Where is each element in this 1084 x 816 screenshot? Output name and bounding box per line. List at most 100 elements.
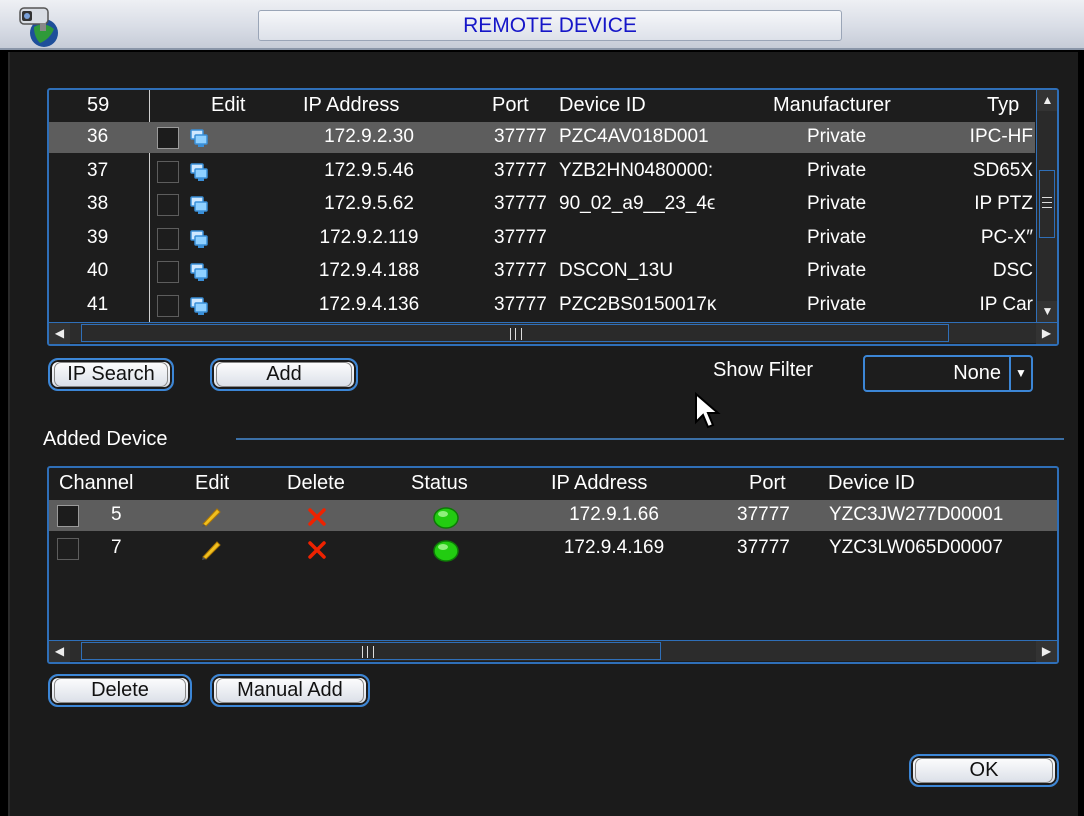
vertical-scrollbar[interactable]: ▲ ▼ [1036,90,1057,322]
port: 37777 [737,504,790,525]
row-number: 41 [87,293,109,315]
manual-add-button[interactable]: Manual Add [210,674,370,707]
add-button[interactable]: Add [210,358,358,391]
col-ip-address: IP Address [551,472,648,494]
col-manufacturer: Manufacturer [773,94,891,116]
network-monitor-icon[interactable] [189,229,209,249]
table-row[interactable]: 39 172.9.2.119 37777 Private PC-X″ [49,223,1035,254]
horizontal-scrollbar[interactable]: ◀ ▶ [49,322,1057,344]
channel-number: 7 [111,537,122,558]
device-id: YZB2HN0480000: [559,159,714,181]
device-type: DSC [992,260,1033,281]
device-type: PC-X″ [980,226,1033,248]
horizontal-scroll-thumb[interactable] [81,642,661,660]
scroll-thumb[interactable] [1039,170,1055,238]
network-monitor-icon[interactable] [189,162,209,182]
delete-x-icon[interactable] [307,541,327,559]
show-filter-value: None [953,362,1001,384]
network-monitor-icon[interactable] [189,262,209,282]
scroll-down-icon[interactable]: ▼ [1037,301,1057,322]
port: 37777 [494,260,547,281]
col-count: 59 [87,94,110,116]
title-bar: REMOTE DEVICE [0,0,1084,50]
delete-x-icon[interactable] [307,508,327,526]
row-checkbox[interactable] [157,127,179,149]
added-device-table: Channel Edit Delete Status IP Address Po… [47,466,1059,664]
row-checkbox[interactable] [157,227,179,250]
manufacturer: Private [807,260,867,281]
device-type: IP PTZ [974,193,1033,214]
ip-address: 172.9.2.119 [319,226,419,248]
manufacturer: Private [807,226,867,248]
col-edit: Edit [195,472,230,494]
pencil-icon[interactable] [199,505,223,527]
pencil-icon[interactable] [199,538,223,560]
device-id: YZC3JW277D00001 [829,504,1004,525]
scroll-left-icon[interactable]: ◀ [49,641,70,662]
port: 37777 [494,126,547,147]
scroll-right-icon[interactable]: ▶ [1036,323,1057,344]
main-panel: 59 Edit IP Address Port Device ID Manufa… [8,52,1078,816]
col-channel: Channel [59,472,134,494]
table-row[interactable]: 5 172.9.1.66 37777 YZC3JW277D00001 [49,500,1057,531]
row-checkbox[interactable] [157,160,179,183]
col-ip-address: IP Address [303,94,400,116]
scroll-left-icon[interactable]: ◀ [49,323,70,344]
col-device-id: Device ID [559,94,646,116]
table-row[interactable]: 37 172.9.5.46 37777 YZB2HN0480000: Private SD… [49,156,1035,187]
chevron-down-icon[interactable]: ▼ [1009,357,1031,390]
show-filter-select[interactable]: None ▼ [863,355,1033,392]
device-id: YZC3LW065D00007 [829,537,1003,558]
device-type: SD65X [972,159,1033,181]
network-monitor-icon[interactable] [189,128,209,148]
port: 37777 [494,159,547,181]
status-online-icon [433,540,459,562]
status-online-icon [433,507,459,529]
port: 37777 [494,226,547,248]
col-type: Typ [987,94,1020,116]
horizontal-scrollbar[interactable]: ◀ ▶ [49,640,1057,662]
device-type: IP Car [979,293,1033,315]
table-row[interactable]: 36 172.9.2.30 37777 PZC4AV018D001 Private IPC… [49,122,1035,153]
delete-button[interactable]: Delete [48,674,192,707]
horizontal-scroll-thumb[interactable] [81,324,949,342]
port: 37777 [494,293,547,315]
scroll-up-icon[interactable]: ▲ [1037,90,1057,111]
row-number: 36 [87,126,109,147]
row-checkbox[interactable] [157,261,179,283]
device-id: PZC2BS0150017ĸ [559,293,717,315]
ip-address: 172.9.4.136 [318,293,420,315]
device-id: DSCON_13U [559,260,674,281]
row-number: 39 [87,226,109,248]
col-delete: Delete [287,472,345,494]
scroll-right-icon[interactable]: ▶ [1036,641,1057,662]
channel-number: 5 [111,504,122,525]
table-row[interactable]: 40 172.9.4.188 37777 DSCON_13U Private DSC [49,256,1035,287]
table-row[interactable]: 38 172.9.5.62 37777 90_02_a9__23_4ϵ Private I… [49,189,1035,220]
network-monitor-icon[interactable] [189,296,209,316]
mouse-cursor-icon [695,392,721,429]
added-device-title: Added Device [43,428,168,450]
ip-search-button[interactable]: IP Search [48,358,174,391]
device-id: 90_02_a9__23_4ϵ [559,193,716,214]
manufacturer: Private [807,193,867,214]
row-number: 40 [87,260,109,281]
device-id: PZC4AV018D001 [559,126,709,147]
network-monitor-icon[interactable] [189,195,209,215]
ip-address: 172.9.1.66 [569,504,659,525]
col-status: Status [411,472,468,494]
port: 37777 [737,537,790,558]
col-device-id: Device ID [828,472,915,494]
window-title: REMOTE DEVICE [258,10,842,41]
row-checkbox[interactable] [157,194,179,216]
manufacturer: Private [807,293,867,315]
row-checkbox[interactable] [57,538,79,560]
row-checkbox[interactable] [157,294,179,317]
row-checkbox[interactable] [57,505,79,527]
camera-globe-icon [19,7,58,47]
ip-address: 172.9.4.188 [318,260,420,281]
table-row[interactable]: 41 172.9.4.136 37777 PZC2BS0150017ĸ Private I… [49,290,1035,321]
table-row[interactable]: 7 172.9.4.169 37777 YZC3LW065D00007 [49,533,1057,564]
ok-button[interactable]: OK [909,754,1059,787]
col-port: Port [749,472,786,494]
